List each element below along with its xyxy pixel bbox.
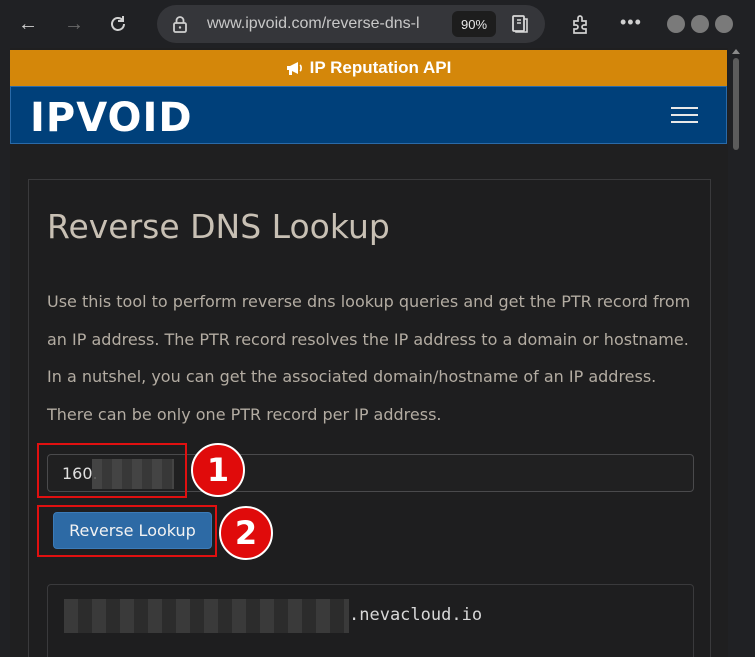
forward-icon[interactable]: → — [60, 10, 88, 38]
promo-banner[interactable]: IP Reputation API — [10, 50, 727, 86]
lookup-result-box: .nevacloud.io — [47, 584, 694, 657]
address-bar[interactable]: www.ipvoid.com/reverse-dns-l 90% — [157, 5, 545, 43]
tool-description: Use this tool to perform reverse dns loo… — [47, 292, 691, 424]
window-control-dot[interactable] — [691, 15, 709, 33]
megaphone-icon — [286, 62, 302, 75]
promo-label: IP Reputation API — [309, 58, 452, 77]
result-hostname: .nevacloud.io — [349, 605, 483, 625]
site-header: IPVOID — [10, 86, 727, 144]
site-logo[interactable]: IPVOID — [30, 95, 193, 141]
step-2-marker: 2 — [219, 506, 273, 560]
page-title: Reverse DNS Lookup — [47, 207, 390, 246]
browser-toolbar: ← → www.ipvoid.com/reverse-dns-l 90% ••• — [0, 0, 755, 48]
reading-mode-icon[interactable] — [510, 14, 530, 34]
refresh-icon[interactable] — [104, 10, 132, 38]
lock-icon[interactable] — [171, 15, 189, 33]
zoom-level-badge[interactable]: 90% — [452, 11, 496, 37]
back-icon[interactable]: ← — [14, 10, 42, 38]
tool-card: Reverse DNS Lookup Use this tool to perf… — [28, 179, 711, 657]
scroll-up-arrow[interactable] — [732, 49, 740, 54]
extensions-icon[interactable] — [570, 13, 592, 35]
window-control-dot[interactable] — [715, 15, 733, 33]
window-control-dot[interactable] — [667, 15, 685, 33]
url-text[interactable]: www.ipvoid.com/reverse-dns-l — [207, 15, 439, 33]
more-options-icon[interactable]: ••• — [620, 12, 642, 33]
scrollbar-thumb[interactable] — [733, 58, 739, 150]
page-viewport: IP Reputation API IPVOID Reverse DNS Loo… — [10, 48, 728, 657]
menu-icon[interactable] — [671, 107, 698, 125]
redacted-hostname-block — [64, 599, 349, 633]
step-1-marker: 1 — [191, 443, 245, 497]
step-1-highlight — [37, 443, 187, 498]
step-2-highlight — [37, 505, 217, 557]
